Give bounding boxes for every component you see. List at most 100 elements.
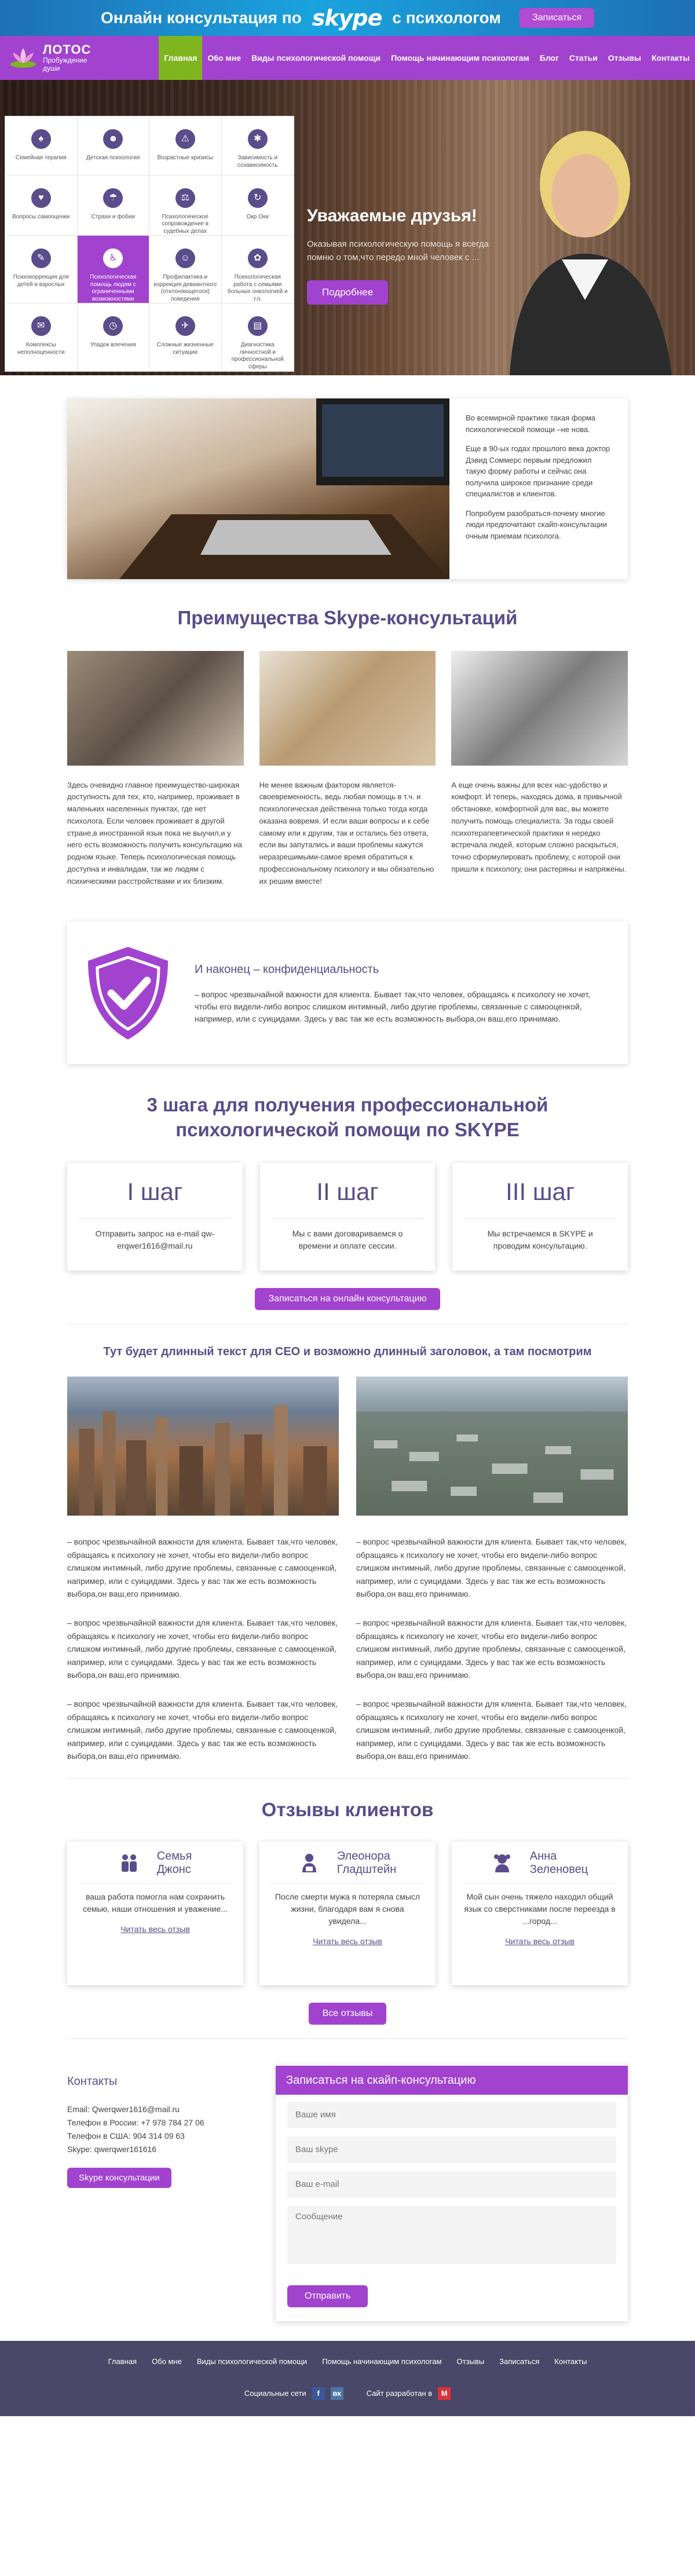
- advantage-item: А еще очень важны для всех нас-удобство …: [451, 650, 628, 888]
- communication-icon: ✉: [31, 316, 51, 336]
- service-diagnostics[interactable]: ▤ Диагностика личностной и профессиональн…: [221, 303, 294, 371]
- service-label: Возрастные кризисы: [157, 155, 213, 161]
- hero-more-button[interactable]: Подробнее: [307, 280, 389, 305]
- service-deviant[interactable]: ☺ Профилактика и коррекция девиантного (о…: [149, 236, 222, 303]
- disability-icon: ♿: [103, 248, 123, 268]
- advantage-text: Здесь очевидно главное преимущество-широ…: [67, 780, 242, 885]
- skype-field[interactable]: [287, 2136, 616, 2163]
- service-fears[interactable]: ☂ Страхи и фобии: [77, 175, 149, 236]
- nav-item-reviews[interactable]: Отзывы: [603, 36, 646, 80]
- nav-item-beginners[interactable]: Помощь начинающим психологам: [386, 36, 535, 80]
- read-review-link[interactable]: Читать весь отзыв: [313, 1937, 382, 1946]
- footer-menu: Главная Обо мне Виды психологической пом…: [0, 2341, 695, 2368]
- woman-icon: [302, 1853, 316, 1872]
- reviews-list: Семья Джонс ваша работа помогла нам сохр…: [67, 1842, 628, 1985]
- service-addiction[interactable]: ✱ Зависимость и созависимость: [221, 116, 294, 175]
- name-field[interactable]: [287, 2101, 616, 2128]
- footer-link-about[interactable]: Обо мне: [152, 2356, 182, 2368]
- message-field[interactable]: [287, 2205, 616, 2264]
- seo-column: – вопрос чрезвычайной важности для клиен…: [67, 1535, 339, 1779]
- signup-form: Записаться на скайп-консультацию Отправи…: [276, 2065, 628, 2322]
- service-court[interactable]: ⚖ Психологическое сопровождение в судебны…: [149, 175, 222, 236]
- service-ocd[interactable]: ↻ Окр Оки: [221, 175, 294, 236]
- seo-paragraph: – вопрос чрезвычайной важности для клиен…: [356, 1699, 627, 1761]
- reviews-title: Отзывы клиентов: [261, 1799, 434, 1821]
- reviewer-first-name: Семья: [156, 1849, 192, 1863]
- advantage-item: Здесь очевидно главное преимущество-широ…: [67, 650, 244, 888]
- email-field[interactable]: [287, 2171, 616, 2198]
- read-review-link[interactable]: Читать весь отзыв: [505, 1937, 575, 1946]
- vk-icon[interactable]: вк: [330, 2387, 343, 2400]
- family-icon: ♠: [31, 129, 51, 149]
- developer-logo-icon[interactable]: M: [438, 2387, 451, 2400]
- seo-text: – вопрос чрезвычайной важности для клиен…: [67, 1535, 628, 1779]
- grief-icon: ✿: [247, 248, 268, 268]
- service-label: Диагностика личностной и профессионально…: [231, 342, 284, 370]
- service-label: Страхи и фобии: [91, 213, 135, 220]
- seo-title: Тут будет длинный текст для СЕО и возмож…: [103, 1345, 592, 1359]
- logo[interactable]: ЛОТОС Пробуждение души: [0, 36, 159, 80]
- content: Во всемирной практике такая форма психол…: [67, 398, 628, 2321]
- online-consult-button[interactable]: Записаться на онлайн консультацию: [254, 1288, 441, 1311]
- service-correction[interactable]: ✎ Психокоррекция для детей и взрослых: [5, 236, 78, 303]
- step-number: I шаг: [79, 1173, 231, 1219]
- service-disability[interactable]: ♿ Психологическая помощь людям с ограниче…: [77, 236, 149, 303]
- logo-subtitle: Пробуждение: [43, 56, 87, 64]
- advantage-text: А еще очень важны для всех нас-удобство …: [451, 780, 627, 874]
- fear-icon: ☂: [103, 188, 123, 208]
- nav-item-home[interactable]: Главная: [159, 36, 203, 80]
- contacts-section: Контакты Email: Qwerqwer1616@mail.ru Тел…: [67, 2065, 628, 2322]
- service-hard-situations[interactable]: ✈ Сложные жизненные ситуации: [149, 303, 222, 371]
- reviewer-last-name: Зеленовец: [529, 1863, 588, 1876]
- read-review-link[interactable]: Читать весь отзыв: [120, 1924, 190, 1934]
- service-age-crisis[interactable]: ⚠ Возрастные кризисы: [149, 116, 222, 175]
- footer-link-contacts[interactable]: Контакты: [554, 2356, 587, 2368]
- footer-link-reviews[interactable]: Отзывы: [457, 2356, 485, 2368]
- nav-item-about[interactable]: О6о мне: [202, 36, 246, 80]
- nav-item-articles[interactable]: Статьи: [564, 36, 603, 80]
- nav-item-services[interactable]: Виды психологической помощи: [246, 36, 386, 80]
- reviewer-first-name: Элеонора: [336, 1849, 390, 1863]
- nav-item-contacts[interactable]: Контакты: [646, 36, 695, 80]
- banner-signup-button[interactable]: Записаться: [519, 8, 595, 28]
- footer-link-beginners[interactable]: Помощь начинающим психологам: [322, 2356, 441, 2368]
- review-card: Элеонора Гладштейн После смерти мужа я п…: [259, 1842, 436, 1985]
- skype-logo: skype: [312, 5, 383, 31]
- advantages-grid: Здесь очевидно главное преимущество-широ…: [67, 650, 628, 888]
- intro-paragraph: Еще в 90-ых годах прошлого века доктор Д…: [466, 444, 610, 498]
- facebook-icon[interactable]: f: [312, 2387, 325, 2400]
- service-decline[interactable]: ◷ Упадок влечения: [77, 303, 149, 371]
- addiction-icon: ✱: [247, 129, 268, 149]
- intro-block: Во всемирной практике такая форма психол…: [67, 398, 628, 579]
- footer-link-signup[interactable]: Записаться: [499, 2356, 539, 2368]
- confidentiality-text: – вопрос чрезвычайной важности для клиен…: [195, 990, 591, 1024]
- submit-button[interactable]: Отправить: [287, 2285, 368, 2308]
- service-label: Семейная терапия: [15, 155, 67, 161]
- laptop-illustration: [119, 398, 449, 579]
- social-label: Социальные сети: [244, 2389, 306, 2398]
- footer-link-home[interactable]: Главная: [108, 2356, 137, 2368]
- skype-consult-button[interactable]: Skype консультации: [67, 2168, 171, 2189]
- worried-woman-photo: [259, 650, 436, 766]
- city-panorama-photo: [356, 1377, 628, 1516]
- steps-title-line: психологической помощи по SKYPE: [175, 1118, 520, 1140]
- social-links: Социальные сети f вк: [244, 2387, 343, 2400]
- footer-link-services[interactable]: Виды психологической помощи: [197, 2356, 307, 2368]
- developer-credit: Сайт разработан в M: [367, 2387, 451, 2400]
- service-inferiority[interactable]: ✉ Комплексы неполноценности: [5, 303, 78, 371]
- service-family-therapy[interactable]: ♠ Семейная терапия: [5, 116, 78, 175]
- all-reviews-button[interactable]: Все отзывы: [308, 2002, 387, 2025]
- review-card: Семья Джонс ваша работа помогла нам сохр…: [67, 1842, 243, 1985]
- form-title: Записаться на скайп-консультацию: [276, 2065, 628, 2095]
- court-icon: ⚖: [175, 188, 195, 208]
- steps-title-line: 3 шага для получения профессиональной: [147, 1093, 548, 1115]
- nav-item-blog[interactable]: Блог: [535, 36, 564, 80]
- review-card: Анна Зеленовец Мой сын очень тяжело нахо…: [452, 1842, 628, 1985]
- advantage-text: Не менее важным фактором является-своевр…: [259, 780, 434, 885]
- service-self-esteem[interactable]: ♥ Вопросы самооценки: [5, 175, 78, 236]
- service-oncology[interactable]: ✿ Психологическая работа с семьями больны…: [221, 236, 294, 303]
- service-label: Психологическая помощь людям с ограничен…: [90, 274, 137, 302]
- developer-label: Сайт разработан в: [366, 2389, 433, 2398]
- seo-paragraph: – вопрос чрезвычайной важности для клиен…: [67, 1618, 338, 1679]
- service-child-psychology[interactable]: ☻ Детская психология: [77, 116, 149, 175]
